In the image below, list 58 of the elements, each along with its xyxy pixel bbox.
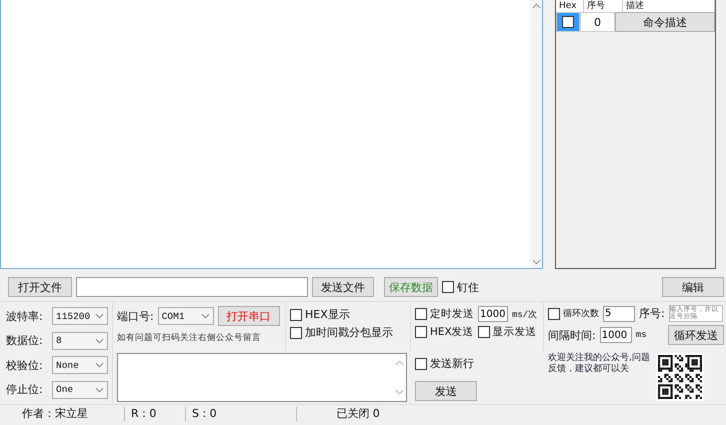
caret-icon xyxy=(200,313,210,319)
status-text: 作者：宋立星 xyxy=(0,406,125,420)
checkbox-label: HEX发送 xyxy=(430,325,474,339)
table-cell[interactable] xyxy=(556,12,580,32)
welcome-text: 欢迎关注我的公众号,问题反馈，建议都可以关 xyxy=(548,353,651,376)
send-button[interactable]: 发送 xyxy=(415,381,477,401)
unit-label: ms/次 xyxy=(512,308,538,320)
loop-send-button[interactable]: 循环发送 xyxy=(668,325,724,345)
setting-label: 停止位: xyxy=(6,382,44,398)
qr-code-drawing xyxy=(656,353,704,401)
port-dropdown[interactable]: COM1 xyxy=(158,307,214,325)
command-button[interactable]: 命令描述 xyxy=(615,12,715,32)
unit-label: ms xyxy=(636,330,647,340)
caret-icon xyxy=(95,338,104,344)
hint-text: 如有问题可扫码关注右侧公众号留言 xyxy=(117,332,262,344)
setting-dropdown[interactable]: None xyxy=(52,356,108,374)
checkbox[interactable] xyxy=(478,326,490,338)
scrollbar[interactable] xyxy=(530,0,542,268)
index-label: 序号: xyxy=(639,306,665,321)
send-file-button[interactable]: 发送文件 xyxy=(312,277,374,297)
interval-label: 间隔时间: xyxy=(548,328,596,342)
checkbox-label: 定时发送 xyxy=(430,307,474,321)
setting-dropdown[interactable]: 8 xyxy=(52,332,108,350)
scroll-down-icon[interactable] xyxy=(532,259,540,265)
interval-field[interactable]: 1000 xyxy=(478,306,508,322)
caret-icon xyxy=(95,386,104,393)
status-text: R : 0 xyxy=(125,406,186,420)
checkbox-label: HEX显示 xyxy=(305,307,350,322)
setting-dropdown[interactable]: 115200 xyxy=(52,307,108,326)
checkbox[interactable] xyxy=(548,308,560,320)
checkbox[interactable] xyxy=(290,326,302,338)
checkbox[interactable] xyxy=(415,326,427,338)
checkbox[interactable] xyxy=(442,281,454,293)
caret-icon xyxy=(95,362,104,368)
port-label: 端口号: xyxy=(117,308,154,324)
checkbox-label: 加时间戳分包显示 xyxy=(305,325,393,340)
table-cell: 0 xyxy=(580,12,615,32)
status-text: 已关闭 0 xyxy=(335,406,381,420)
checkbox-label: 钉住 xyxy=(457,280,479,294)
setting-dropdown[interactable]: One xyxy=(52,380,108,399)
open-file-button[interactable]: 打开文件 xyxy=(8,277,72,297)
interval-field[interactable]: 1000 xyxy=(600,327,632,343)
setting-label: 波特率: xyxy=(6,308,44,324)
setting-label: 校验位: xyxy=(6,358,44,373)
checkbox[interactable] xyxy=(290,308,302,320)
checkbox-label: 发送新行 xyxy=(430,356,474,371)
scroll-up-icon[interactable] xyxy=(532,3,540,9)
status-text: S : 0 xyxy=(186,406,297,420)
checkbox-label: 循环次数 xyxy=(563,308,599,320)
edit-button[interactable]: 编辑 xyxy=(662,277,724,297)
checkbox-label: 显示发送 xyxy=(492,325,537,339)
setting-label: 数据位: xyxy=(6,333,44,348)
checkbox[interactable] xyxy=(415,358,427,370)
checkbox[interactable] xyxy=(415,308,427,320)
file-path-field[interactable] xyxy=(76,277,308,297)
checkbox[interactable] xyxy=(562,16,574,28)
caret-icon xyxy=(95,313,104,320)
loop-count-field[interactable]: 5 xyxy=(603,306,635,322)
